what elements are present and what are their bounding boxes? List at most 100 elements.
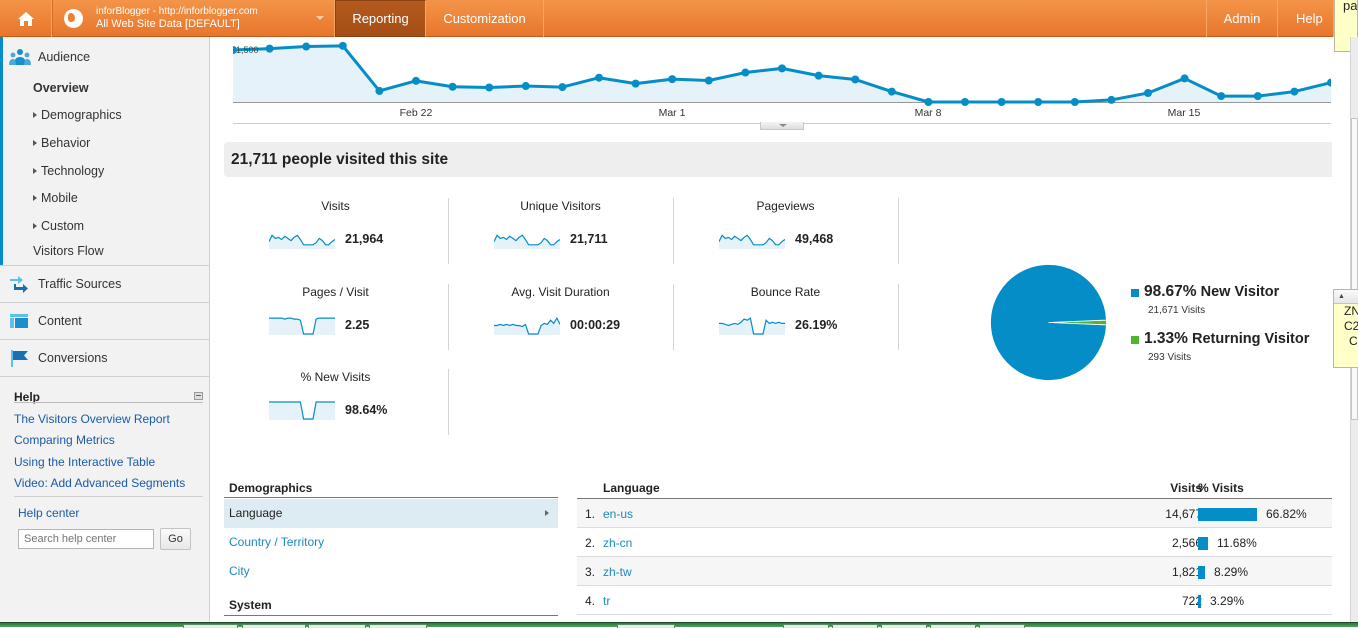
visitor-type-pie-chart[interactable] (990, 264, 1107, 381)
sidebar-item-mobile[interactable]: Mobile (33, 191, 78, 205)
data-point[interactable] (778, 64, 786, 73)
tab-customization[interactable]: Customization (426, 0, 544, 37)
sidebar-item-conversions[interactable]: Conversions (0, 340, 209, 376)
scrollbar-thumb[interactable] (1351, 118, 1358, 420)
divider (14, 402, 203, 403)
metric-pages-per-visit[interactable]: Pages / Visit 2.25 (223, 285, 448, 351)
sidebar-item-visitors-flow[interactable]: Visitors Flow (33, 244, 104, 258)
divider (448, 369, 449, 435)
visits-line-chart[interactable]: 1,500 (233, 37, 1331, 125)
data-point[interactable] (924, 98, 933, 106)
tooltip-collapse-icon[interactable]: ▲ (1334, 290, 1358, 304)
data-point[interactable] (338, 41, 347, 50)
chart-resize-handle[interactable] (760, 122, 804, 130)
admin-link[interactable]: Admin (1206, 0, 1278, 37)
taskbar-button[interactable] (979, 624, 1025, 628)
table-row[interactable]: 2. zh-cn 2,566 11.68% (577, 528, 1332, 557)
column-header-visits[interactable]: Visits (1142, 481, 1202, 495)
data-point[interactable] (887, 87, 896, 96)
metric-new-visits[interactable]: % New Visits 98.64% (223, 370, 448, 436)
taskbar-button[interactable] (308, 624, 366, 628)
sidebar-item-demographics[interactable]: Demographics (33, 108, 122, 122)
language-link[interactable]: tr (603, 594, 610, 608)
sidebar-item-traffic-sources[interactable]: Traffic Sources (0, 266, 209, 302)
metric-unique-visitors[interactable]: Unique Visitors 21,711 (448, 199, 673, 265)
help-search-input[interactable] (18, 529, 154, 549)
data-point[interactable] (1070, 98, 1079, 106)
data-point[interactable] (1107, 95, 1116, 104)
sidebar-item-content[interactable]: Content (0, 303, 209, 339)
sidebar-item-audience[interactable]: Audience (0, 39, 209, 75)
data-point[interactable] (521, 82, 530, 91)
table-row[interactable]: 1. en-us 14,677 66.82% (577, 499, 1332, 528)
demographics-item-language[interactable]: Language (224, 499, 558, 528)
data-point[interactable] (851, 75, 860, 84)
sidebar-item-overview[interactable]: Overview (33, 81, 89, 95)
metric-bounce-rate[interactable]: Bounce Rate 26.19% (673, 285, 898, 351)
language-link[interactable]: en-us (603, 507, 633, 521)
language-link[interactable]: zh-tw (603, 565, 632, 579)
account-selector[interactable]: inforBlogger - http://inforblogger.com A… (52, 0, 335, 37)
data-point[interactable] (668, 75, 677, 84)
data-point[interactable] (558, 83, 567, 92)
metric-visits[interactable]: Visits 21,964 (223, 199, 448, 265)
data-point[interactable] (1290, 87, 1299, 96)
help-center-link[interactable]: Help center (18, 506, 79, 520)
data-point[interactable] (375, 86, 384, 95)
data-point[interactable] (631, 79, 640, 88)
taskbar-button[interactable] (617, 624, 675, 628)
taskbar-button[interactable] (881, 624, 927, 628)
data-point[interactable] (265, 44, 274, 53)
language-table-header: Language Visits % Visits (577, 480, 1332, 499)
column-header-language[interactable]: Language (603, 481, 660, 495)
data-point[interactable] (448, 82, 457, 91)
taskbar-button[interactable] (783, 624, 829, 628)
data-point[interactable] (814, 71, 823, 80)
data-point[interactable] (1180, 74, 1189, 83)
help-link[interactable]: The Visitors Overview Report (14, 412, 170, 426)
data-point[interactable] (1217, 92, 1226, 101)
data-point[interactable] (595, 73, 603, 82)
column-header-pct-visits[interactable]: % Visits (1198, 481, 1244, 495)
data-point[interactable] (997, 98, 1006, 106)
x-tick-label: Mar 1 (658, 107, 686, 119)
tooltip-line: ZN (1344, 304, 1358, 318)
table-row[interactable]: 4. tr 722 3.29% (577, 586, 1332, 615)
metric-avg-visit-duration[interactable]: Avg. Visit Duration 00:00:29 (448, 285, 673, 351)
tab-reporting[interactable]: Reporting (335, 0, 426, 37)
data-point[interactable] (302, 42, 311, 51)
help-go-button[interactable]: Go (160, 528, 191, 550)
help-link[interactable]: Comparing Metrics (14, 433, 115, 447)
demographics-item-country[interactable]: Country / Territory (224, 528, 558, 557)
data-point[interactable] (1253, 92, 1262, 101)
help-link[interactable]: Using the Interactive Table (14, 455, 155, 469)
metric-pageviews[interactable]: Pageviews 49,468 (673, 199, 898, 265)
taskbar-button[interactable] (930, 624, 976, 628)
data-point[interactable] (1034, 98, 1043, 106)
sidebar-item-custom[interactable]: Custom (33, 219, 84, 233)
data-point[interactable] (412, 76, 420, 85)
metric-value: 21,964 (345, 232, 384, 246)
taskbar-button[interactable] (369, 624, 427, 628)
table-row[interactable]: 3. zh-tw 1,821 8.29% (577, 557, 1332, 586)
legend-swatch (1131, 289, 1139, 297)
home-button[interactable] (0, 0, 52, 37)
legend-label: Returning Visitor (1191, 331, 1310, 347)
data-point[interactable] (741, 68, 750, 77)
sidebar-item-behavior[interactable]: Behavior (33, 136, 90, 150)
audience-icon (8, 48, 32, 66)
help-link[interactable]: Video: Add Advanced Segments (14, 476, 185, 490)
help-link[interactable]: Help (1278, 0, 1334, 37)
data-point[interactable] (1144, 88, 1152, 97)
data-point[interactable] (961, 98, 969, 106)
metric-value: 26.19% (795, 318, 838, 332)
taskbar-button[interactable] (242, 624, 306, 628)
taskbar-button[interactable] (183, 624, 238, 628)
demographics-item-city[interactable]: City (224, 557, 558, 586)
taskbar-button[interactable] (832, 624, 878, 628)
language-link[interactable]: zh-cn (603, 536, 632, 550)
collapse-icon[interactable] (194, 392, 203, 400)
sidebar-item-technology[interactable]: Technology (33, 164, 104, 178)
data-point[interactable] (485, 83, 494, 92)
data-point[interactable] (704, 76, 713, 85)
